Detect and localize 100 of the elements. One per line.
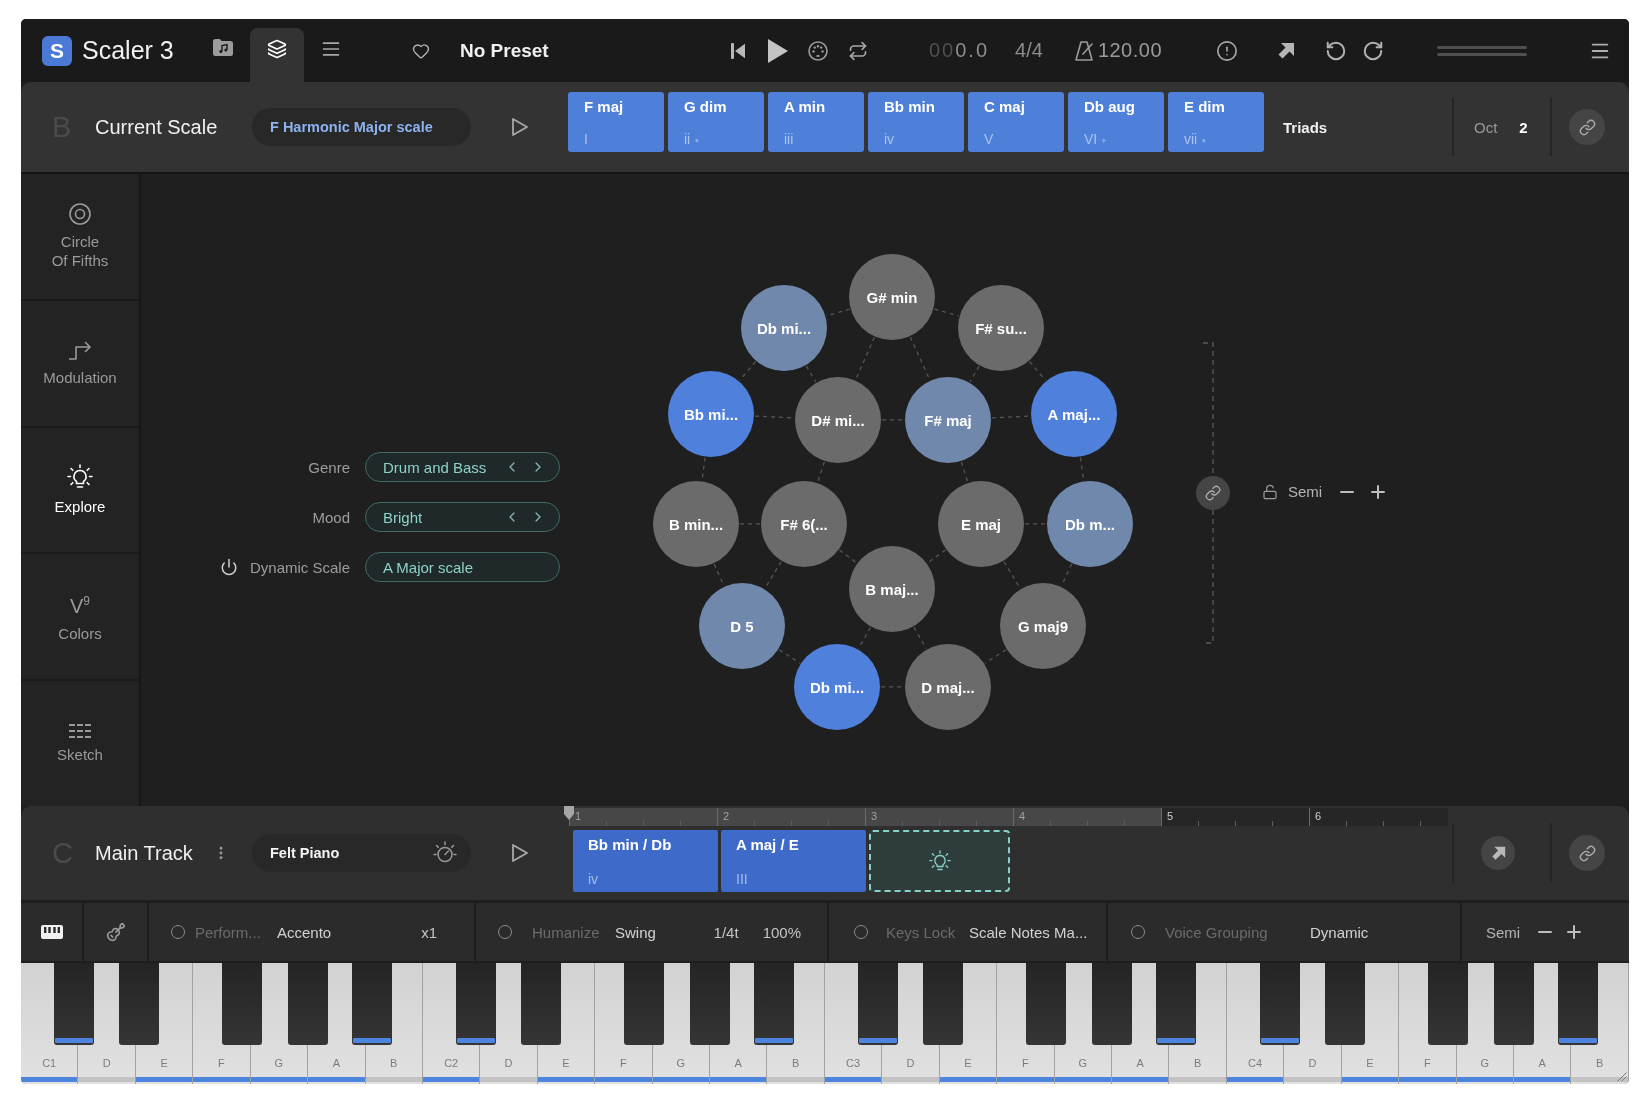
piano-key[interactable] <box>1325 963 1366 1045</box>
piano-key[interactable] <box>1428 963 1469 1045</box>
app-logo: S <box>42 35 72 66</box>
piano-key[interactable] <box>53 963 94 1045</box>
export-button[interactable] <box>1481 836 1515 870</box>
value-selector[interactable]: Drum and Bass <box>365 452 560 482</box>
sidebar-item[interactable]: Circle Of Fifths <box>21 174 139 301</box>
ruler-segment: 5 <box>1161 808 1309 826</box>
midi-icon[interactable] <box>808 40 828 61</box>
sidebar-item[interactable]: V$^{9}$ Colors <box>21 554 139 682</box>
instrument-selector[interactable]: Felt Piano <box>252 834 471 872</box>
link-button[interactable] <box>1569 109 1605 145</box>
dial-icon[interactable] <box>433 841 457 865</box>
piano-key[interactable] <box>222 963 263 1045</box>
lightbulb-icon <box>67 464 93 490</box>
tempo-value[interactable]: 120.00 <box>1097 39 1163 62</box>
step-arrow-icon <box>68 339 92 362</box>
concentric-circles-icon <box>69 202 91 225</box>
section-title: Current Scale <box>95 115 219 139</box>
option-value[interactable]: Swing <box>615 923 656 941</box>
option-label: Voice Grouping <box>1165 923 1269 941</box>
piano-key[interactable] <box>624 963 665 1045</box>
chord-clip[interactable]: A maj / E III <box>721 830 866 892</box>
grip-lines-icon[interactable] <box>1437 45 1527 56</box>
piano-key[interactable] <box>288 963 329 1045</box>
piano-key[interactable] <box>1558 963 1599 1045</box>
ruler-segment: 4 <box>1013 808 1161 826</box>
sidebar-item[interactable]: Modulation <box>21 300 139 428</box>
field-label: Dynamic Scale <box>249 558 350 576</box>
piano-key[interactable] <box>1494 963 1535 1045</box>
undo-icon[interactable] <box>1325 39 1347 62</box>
chord-card[interactable]: Bb min iv <box>868 92 964 152</box>
metronome-icon[interactable] <box>1074 40 1093 61</box>
link-button[interactable] <box>1569 835 1605 871</box>
suggestion-slot[interactable] <box>869 830 1010 892</box>
decrease-button[interactable] <box>1340 490 1355 493</box>
piano-key[interactable] <box>455 963 496 1045</box>
sidebar-item[interactable]: Sketch <box>21 681 139 806</box>
playhead-marker-icon[interactable] <box>564 806 574 820</box>
list-icon <box>321 39 341 59</box>
time-signature[interactable]: 4/4 <box>1015 39 1043 62</box>
redo-icon[interactable] <box>1362 39 1384 62</box>
skip-back-icon[interactable] <box>731 42 745 59</box>
app-name: Scaler 3 <box>82 36 174 65</box>
octave-value[interactable]: 2 <box>1519 118 1528 136</box>
power-icon[interactable] <box>219 558 238 576</box>
chord-card[interactable]: C maj V <box>968 92 1064 152</box>
play-icon[interactable] <box>511 117 529 137</box>
scale-selector[interactable]: F Harmonic Major scale <box>252 108 471 146</box>
option-setting[interactable]: 1/4t <box>713 923 739 941</box>
piano-key[interactable] <box>1156 963 1197 1045</box>
option-value[interactable]: Dynamic <box>1310 923 1369 941</box>
arrow-up-right-icon[interactable] <box>1277 41 1295 60</box>
preset-name[interactable]: No Preset <box>460 39 549 62</box>
option-label: Humanize <box>532 923 601 941</box>
increase-button[interactable] <box>1567 925 1582 939</box>
piano-key[interactable] <box>690 963 731 1045</box>
link-button[interactable] <box>1196 476 1230 510</box>
piano-key[interactable] <box>1026 963 1067 1045</box>
option-value[interactable]: Accento <box>277 923 332 941</box>
heart-icon[interactable] <box>412 41 430 60</box>
ruler-segment: 2 <box>717 808 865 826</box>
layers-icon <box>267 39 287 59</box>
piano-key[interactable] <box>352 963 393 1045</box>
option-value[interactable]: Scale Notes Ma... <box>969 923 1088 941</box>
piano-key[interactable] <box>1259 963 1300 1045</box>
piano-key[interactable] <box>754 963 795 1045</box>
chord-clip[interactable]: Bb min / Db iv <box>573 830 718 892</box>
resize-grip-icon[interactable] <box>1617 1072 1627 1082</box>
piano-key[interactable] <box>521 963 562 1045</box>
play-icon[interactable] <box>768 38 788 63</box>
piano-keys-icon <box>40 925 63 939</box>
track-title: Main Track <box>95 841 194 865</box>
increase-button[interactable] <box>1371 484 1386 499</box>
option-setting[interactable]: x1 <box>421 923 437 941</box>
piano-key[interactable] <box>119 963 160 1045</box>
lock-open-icon[interactable] <box>1262 483 1278 500</box>
transpose-label: Semi <box>1486 923 1521 941</box>
chord-card[interactable]: A min iii <box>768 92 864 152</box>
value-selector[interactable]: Bright <box>365 502 560 532</box>
value-selector[interactable]: A Major scale <box>365 552 560 582</box>
view-tab[interactable] <box>250 28 304 82</box>
piano-key[interactable] <box>923 963 964 1045</box>
chord-card[interactable]: F maj I <box>568 92 664 152</box>
piano-key[interactable] <box>1092 963 1133 1045</box>
field-label: Mood <box>312 508 350 526</box>
plus-icon <box>1567 925 1582 939</box>
option-setting[interactable]: 100% <box>762 923 801 941</box>
piano-key[interactable] <box>857 963 898 1045</box>
link-icon <box>1205 485 1221 501</box>
play-icon[interactable] <box>511 843 529 863</box>
voicing-selector[interactable]: Triads <box>1283 118 1328 136</box>
option-label: Keys Lock <box>886 923 957 941</box>
lightbulb-icon <box>928 850 951 872</box>
alert-icon[interactable] <box>1216 39 1238 62</box>
loop-icon[interactable] <box>848 40 868 61</box>
arrow-up-right-icon <box>1490 845 1506 861</box>
dashed-lines-icon <box>69 723 91 738</box>
minus-icon <box>1340 490 1355 493</box>
sidebar-item[interactable]: Explore <box>21 427 139 555</box>
